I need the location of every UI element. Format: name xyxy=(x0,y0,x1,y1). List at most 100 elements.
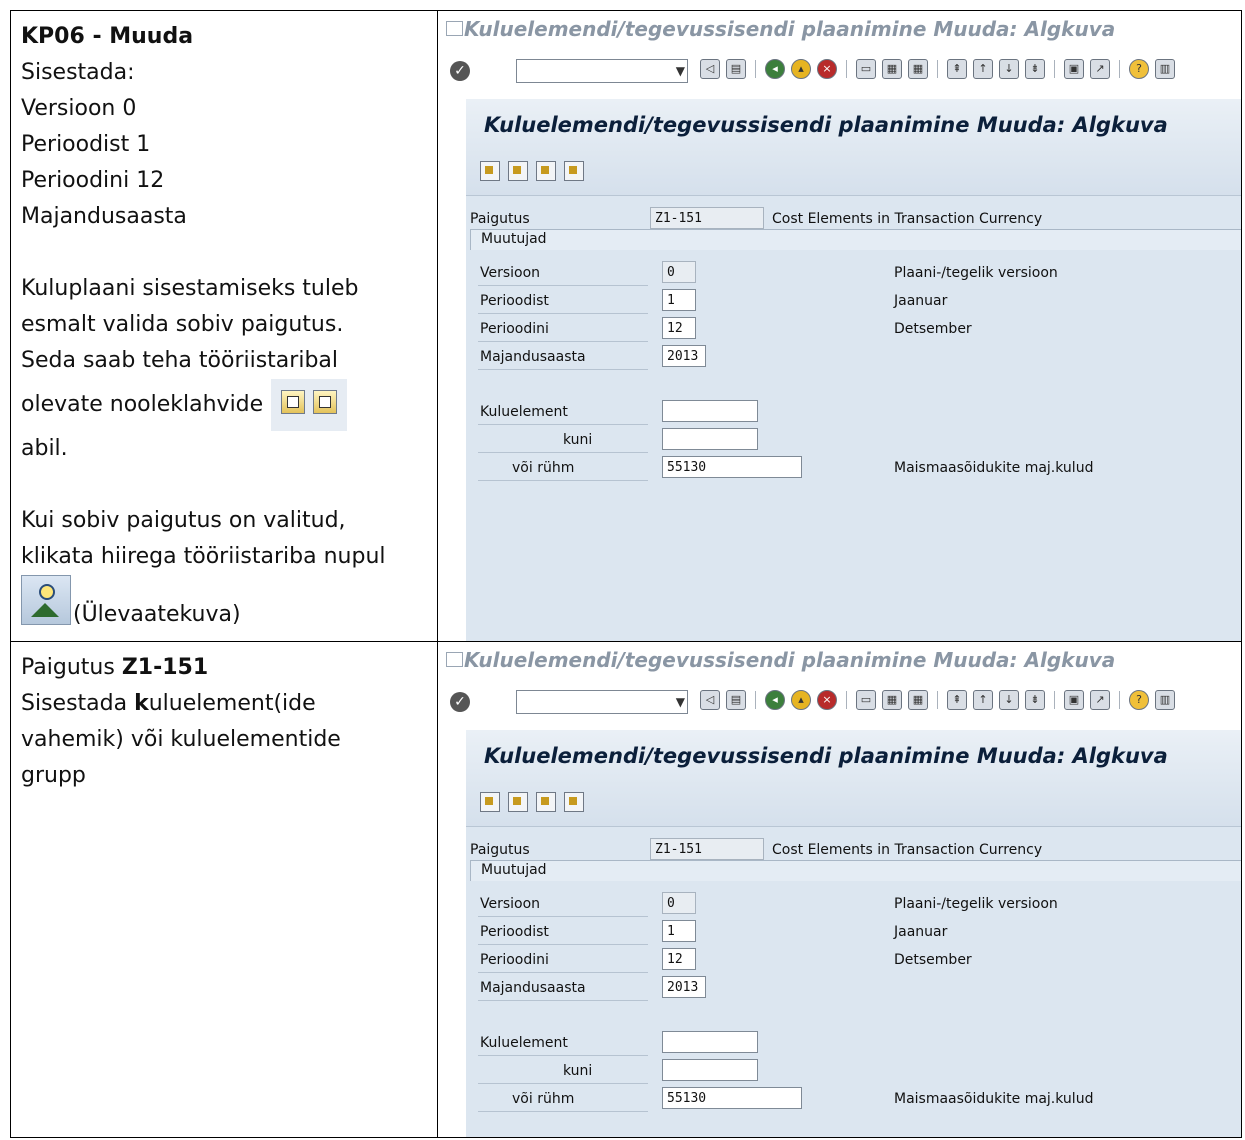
to-period-field[interactable]: 12 xyxy=(662,948,696,970)
previous-layout-icon[interactable] xyxy=(536,161,556,181)
new-session-icon[interactable]: ▣ xyxy=(1064,59,1084,79)
from-period-field[interactable]: 1 xyxy=(662,289,696,311)
fiscal-year-label: Majandusaasta xyxy=(480,349,586,365)
layout-label: Paigutus xyxy=(470,211,530,227)
group-description: Maismaasõidukite maj.kulud xyxy=(894,460,1094,476)
cost-element-label: Kuluelement xyxy=(480,404,568,420)
help-icon[interactable]: ? xyxy=(1129,59,1149,79)
layout-code: Z1-151 xyxy=(121,655,209,680)
find-next-icon[interactable]: ▦ xyxy=(908,59,928,79)
from-period-field[interactable]: 1 xyxy=(662,920,696,942)
next-page-icon[interactable]: ↓ xyxy=(999,690,1019,710)
layout-menu-icon[interactable]: ▥ xyxy=(1155,690,1175,710)
to-period-description: Detsember xyxy=(894,952,972,968)
fiscal-year-field[interactable]: 2013 xyxy=(662,976,706,998)
shortcut-icon[interactable]: ↗ xyxy=(1090,690,1110,710)
command-field[interactable]: ▼ xyxy=(516,59,688,83)
save-icon[interactable]: ▤ xyxy=(726,59,746,79)
cost-element-field[interactable] xyxy=(662,1031,758,1053)
arrow-icons xyxy=(271,379,348,431)
command-field[interactable]: ▼ xyxy=(516,690,688,714)
to-label: kuni xyxy=(563,432,593,448)
change-icon[interactable] xyxy=(508,792,528,812)
cost-element-to-field[interactable] xyxy=(662,428,758,450)
previous-page-icon[interactable]: ↑ xyxy=(973,690,993,710)
find-next-icon[interactable]: ▦ xyxy=(908,690,928,710)
sap-body: Kuluelemendi/tegevussisendi plaanimine M… xyxy=(466,730,1241,1137)
back-icon[interactable]: ◂ xyxy=(765,59,785,79)
shortcut-icon[interactable]: ↗ xyxy=(1090,59,1110,79)
text-line: Paigutus Z1-151 xyxy=(21,650,429,686)
print-icon[interactable]: ▭ xyxy=(856,59,876,79)
cost-element-group-field[interactable]: 55130 xyxy=(662,456,802,478)
text-line: Versioon 0 xyxy=(21,96,137,121)
first-page-icon[interactable]: ⇞ xyxy=(947,690,967,710)
cost-element-label: Kuluelement xyxy=(480,1035,568,1051)
standard-toolbar: ✓ ▼ ◁ ▤ ◂ ▴ × ▭ ▦ ▦ ⇞ ↑ ↓ ⇟ ▣ ↗ ? ▥ xyxy=(438,688,1241,718)
cost-element-to-field[interactable] xyxy=(662,1059,758,1081)
from-period-label: Perioodist xyxy=(480,924,549,940)
text-line: olevate nooleklahvide xyxy=(21,392,264,417)
print-icon[interactable]: ▭ xyxy=(856,690,876,710)
sap-screen: Kuluelemendi/tegevussisendi plaanimine M… xyxy=(438,642,1241,1137)
save-icon[interactable]: ▤ xyxy=(726,690,746,710)
first-page-icon[interactable]: ⇞ xyxy=(947,59,967,79)
layout-description: Cost Elements in Transaction Currency xyxy=(772,211,1043,227)
exit-icon[interactable]: ▴ xyxy=(791,690,811,710)
cancel-icon[interactable]: × xyxy=(817,59,837,79)
document-table: KP06 - Muuda Sisestada: Versioon 0 Perio… xyxy=(10,10,1242,1138)
new-session-icon[interactable]: ▣ xyxy=(1064,690,1084,710)
back-icon[interactable]: ◂ xyxy=(765,690,785,710)
previous-layout-icon[interactable] xyxy=(536,792,556,812)
screenshot-cell-2: Kuluelemendi/tegevussisendi plaanimine M… xyxy=(437,641,1242,1138)
fiscal-year-field[interactable]: 2013 xyxy=(662,345,706,367)
to-period-field[interactable]: 12 xyxy=(662,317,696,339)
toolbar-icons: ◁ ▤ ◂ ▴ × ▭ ▦ ▦ ⇞ ↑ ↓ ⇟ ▣ ↗ ? ▥ xyxy=(700,690,1175,710)
layout-menu-icon[interactable]: ▥ xyxy=(1155,59,1175,79)
last-page-icon[interactable]: ⇟ xyxy=(1025,59,1045,79)
overview-screen-icon xyxy=(21,575,71,625)
enter-icon[interactable]: ✓ xyxy=(450,692,470,712)
overview-screen-icon[interactable] xyxy=(480,161,500,181)
text-line: Sisestada kuluelement(ide xyxy=(21,686,429,722)
back-arrow-icon[interactable]: ◁ xyxy=(700,59,720,79)
to-label: kuni xyxy=(563,1063,593,1079)
back-arrow-icon[interactable]: ◁ xyxy=(700,690,720,710)
previous-page-icon[interactable]: ↑ xyxy=(973,59,993,79)
next-layout-icon[interactable] xyxy=(564,792,584,812)
from-period-label: Perioodist xyxy=(480,293,549,309)
window-menu-icon[interactable] xyxy=(446,652,463,667)
cancel-icon[interactable]: × xyxy=(817,690,837,710)
bold-letter: k xyxy=(134,691,149,716)
text-line-with-icons: olevate nooleklahvide xyxy=(21,379,429,431)
cost-element-field[interactable] xyxy=(662,400,758,422)
next-page-icon[interactable]: ↓ xyxy=(999,59,1019,79)
group-label: või rühm xyxy=(512,1091,575,1107)
chevron-down-icon[interactable]: ▼ xyxy=(676,64,685,78)
version-field[interactable]: 0 xyxy=(662,261,696,283)
window-menu-icon[interactable] xyxy=(446,21,463,36)
find-icon[interactable]: ▦ xyxy=(882,690,902,710)
from-period-description: Jaanuar xyxy=(894,924,948,940)
find-icon[interactable]: ▦ xyxy=(882,59,902,79)
version-field[interactable]: 0 xyxy=(662,892,696,914)
application-toolbar xyxy=(480,792,584,812)
overview-screen-icon[interactable] xyxy=(480,792,500,812)
screenshot-cell-1: Kuluelemendi/tegevussisendi plaanimine M… xyxy=(437,10,1242,642)
next-layout-icon xyxy=(313,390,338,414)
step-title: KP06 - Muuda xyxy=(21,24,194,49)
fiscal-year-label: Majandusaasta xyxy=(480,980,586,996)
enter-icon[interactable]: ✓ xyxy=(450,61,470,81)
variables-group: Muutujad xyxy=(470,229,1241,250)
help-icon[interactable]: ? xyxy=(1129,690,1149,710)
last-page-icon[interactable]: ⇟ xyxy=(1025,690,1045,710)
exit-icon[interactable]: ▴ xyxy=(791,59,811,79)
cost-element-group-field[interactable]: 55130 xyxy=(662,1087,802,1109)
version-description: Plaani-/tegelik versioon xyxy=(894,265,1058,281)
application-toolbar xyxy=(480,161,584,181)
to-period-label: Perioodini xyxy=(480,952,549,968)
next-layout-icon[interactable] xyxy=(564,161,584,181)
change-icon[interactable] xyxy=(508,161,528,181)
version-label: Versioon xyxy=(480,896,541,912)
chevron-down-icon[interactable]: ▼ xyxy=(676,695,685,709)
